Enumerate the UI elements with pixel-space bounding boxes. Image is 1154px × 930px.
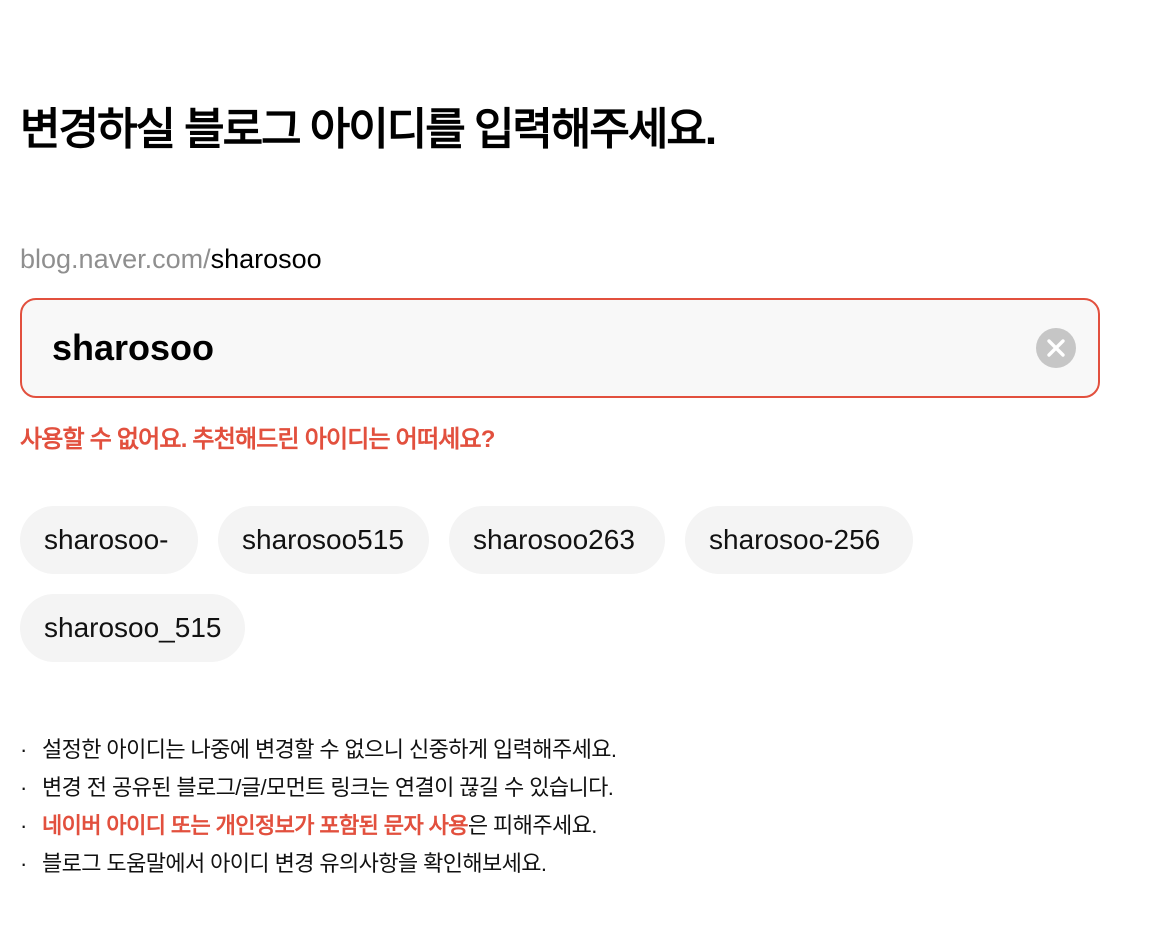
bullet: · <box>20 851 27 876</box>
bullet: · <box>20 813 27 838</box>
suggested-id-chip[interactable]: sharosoo_515 <box>20 594 245 662</box>
guidance-notes: · 설정한 아이디는 나중에 변경할 수 없으니 신중하게 입력해주세요. · … <box>20 731 617 883</box>
blog-id-input[interactable] <box>52 324 1012 372</box>
guidance-note-text: 설정한 아이디는 나중에 변경할 수 없으니 신중하게 입력해주세요. <box>42 737 617 762</box>
bullet: · <box>20 737 27 762</box>
suggested-id-chip[interactable]: sharosoo-256 <box>685 506 913 574</box>
suggested-id-chip[interactable]: sharosoo263 <box>449 506 665 574</box>
guidance-note-text: 블로그 도움말에서 아이디 변경 유의사항을 확인해보세요. <box>42 851 547 876</box>
suggested-id-chip[interactable]: sharosoo515 <box>218 506 429 574</box>
suggested-id-chip[interactable]: sharosoo- <box>20 506 198 574</box>
error-message: 사용할 수 없어요. 추천해드린 아이디는 어떠세요? <box>20 426 495 453</box>
guidance-note: · 변경 전 공유된 블로그/글/모먼트 링크는 연결이 끊길 수 있습니다. <box>20 769 616 807</box>
guidance-note-text: 변경 전 공유된 블로그/글/모먼트 링크는 연결이 끊길 수 있습니다. <box>42 775 614 800</box>
guidance-note: · 블로그 도움말에서 아이디 변경 유의사항을 확인해보세요. <box>20 845 616 883</box>
id-input-box <box>20 298 1100 398</box>
guidance-note-highlight: 네이버 아이디 또는 개인정보가 포함된 문자 사용 <box>42 813 468 838</box>
page-title: 변경하실 블로그 아이디를 입력해주세요. <box>20 105 717 154</box>
clear-input-button[interactable] <box>1036 328 1076 368</box>
blog-url-preview: blog.naver.com/sharosoo <box>20 240 322 278</box>
guidance-note: · 설정한 아이디는 나중에 변경할 수 없으니 신중하게 입력해주세요. <box>20 731 617 769</box>
close-circle-icon <box>1036 328 1076 368</box>
guidance-note: · 네이버 아이디 또는 개인정보가 포함된 문자 사용은 피해주세요. <box>20 807 616 845</box>
blog-url-id: sharosoo <box>210 244 322 274</box>
blog-url-prefix: blog.naver.com/ <box>20 244 211 274</box>
bullet: · <box>20 775 27 800</box>
guidance-note-text: 은 피해주세요. <box>467 813 597 838</box>
